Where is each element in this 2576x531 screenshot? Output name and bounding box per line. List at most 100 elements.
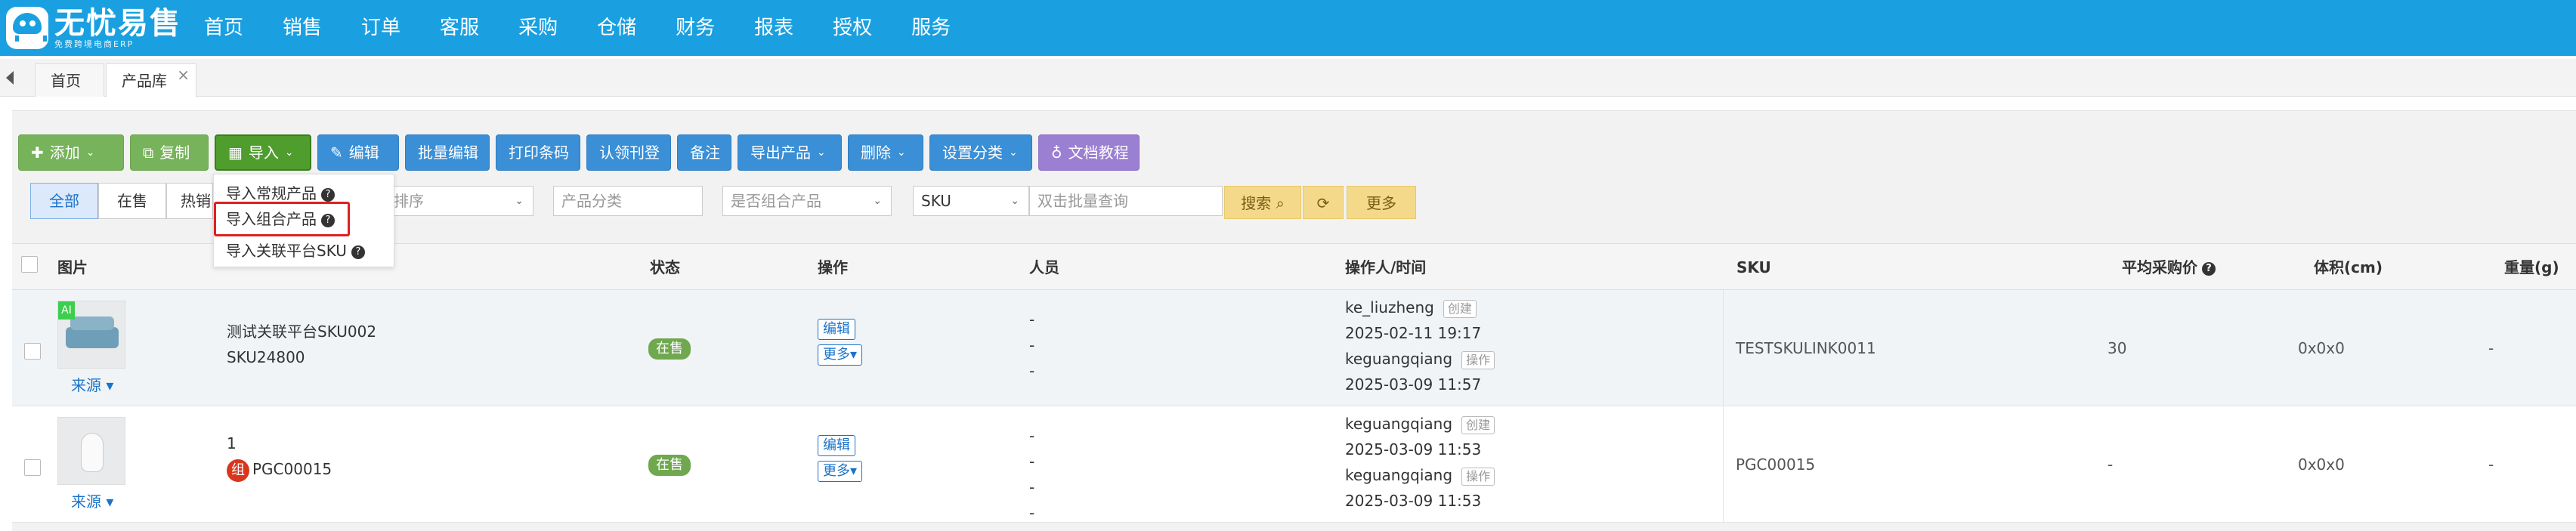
operator-created-time: 2025-03-09 11:53 [1345,440,1482,458]
operated-tag: 操作 [1461,467,1495,486]
action-toolbar: ✚ 添加 ⌄ ⧉ 复制 ▦ 导入 ⌄ ✎ 编辑 批量编辑 打印条码 认领刊登 备… [18,134,1146,171]
nav-orders[interactable]: 订单 [361,0,400,56]
help-icon[interactable]: ? [351,245,365,259]
tab-product-library[interactable]: 产品库 × [106,63,196,97]
personnel-value: - [1029,336,1035,354]
created-tag: 创建 [1461,415,1495,434]
batch-query-input[interactable]: 双击批量查询 [1029,186,1223,216]
nav-authorization[interactable]: 授权 [833,0,872,56]
product-thumbnail[interactable] [57,417,125,485]
chevron-down-icon: ⌄ [85,147,95,159]
top-navigation-bar: 无忧易售 免费跨境电商ERP 首页 销售 订单 客服 采购 仓储 财务 报表 授… [0,0,2576,56]
refresh-button[interactable]: ⟳ [1303,186,1344,219]
lightbulb-icon: ♁ [1051,144,1062,162]
row-more-button[interactable]: 更多▾ [818,461,863,482]
sku-field-select[interactable]: SKU ⌄ [913,186,1029,216]
row-checkbox[interactable] [24,343,41,360]
claim-register-button[interactable]: 认领刊登 [586,134,671,171]
chevron-down-icon: ⌄ [817,147,826,159]
col-actions: 操作 [818,258,848,276]
filter-tab-on-sale[interactable]: 在售 [98,183,166,219]
delete-button[interactable]: 删除 ⌄ [848,134,923,171]
product-code: 组 PGC00015 [227,456,332,482]
volume-value: 0x0x0 [2298,339,2345,357]
nav-purchase[interactable]: 采购 [518,0,558,56]
avg-price-value: 30 [2107,339,2127,357]
set-category-button[interactable]: 设置分类 ⌄ [929,134,1032,171]
more-filters-button[interactable]: 更多 [1347,186,1416,219]
row-edit-button[interactable]: 编辑 [818,319,855,340]
status-badge: 在售 [648,338,691,360]
weight-value: - [2488,455,2494,474]
search-icon: ⌕ [1276,194,1285,212]
logo-subtitle: 免费跨境电商ERP [54,39,135,49]
caret-down-icon: ▾ [101,376,114,394]
operator-created: ke_liuzheng 创建 [1345,295,1477,320]
weight-value: - [2488,339,2494,357]
toilet-image [81,433,104,472]
table-icon: ▦ [228,144,243,162]
combo-product-select[interactable]: 是否组合产品 ⌄ [722,186,892,216]
nav-finance[interactable]: 财务 [676,0,715,56]
logo-title: 无忧易售 [54,6,181,41]
batch-edit-button[interactable]: 批量编辑 [405,134,490,171]
select-all-checkbox[interactable] [21,256,38,273]
help-icon[interactable]: ? [321,187,335,202]
export-products-button[interactable]: 导出产品 ⌄ [738,134,842,171]
avg-price-value: - [2107,455,2114,474]
combo-badge: 组 [227,458,249,482]
personnel-value: - [1029,478,1035,496]
personnel-value: - [1029,504,1035,522]
product-name: 1 [227,434,237,452]
tab-home[interactable]: 首页 [35,63,104,97]
search-button[interactable]: 搜索 ⌕ [1224,186,1301,219]
col-avg-purchase-price: 平均采购价? [2122,244,2216,291]
personnel-value: - [1029,452,1035,471]
close-icon[interactable]: × [177,58,190,91]
col-status: 状态 [650,258,680,276]
nav-sales[interactable]: 销售 [283,0,322,56]
nav-warehouse[interactable]: 仓储 [597,0,636,56]
edit-button[interactable]: ✎ 编辑 [317,134,399,171]
operated-tag: 操作 [1461,350,1495,369]
col-volume: 体积(cm) [2314,258,2383,276]
doc-tutorial-button[interactable]: ♁ 文档教程 [1038,134,1140,171]
table-row: AI 来源 ▾ 测试关联平台SKU002 SKU24800 在售 编辑 更多▾ … [12,290,2576,406]
volume-value: 0x0x0 [2298,455,2345,474]
help-icon[interactable]: ? [2202,261,2216,276]
source-dropdown[interactable]: 来源 ▾ [71,373,113,395]
sort-select[interactable]: 排序 ⌄ [385,186,533,216]
add-button[interactable]: ✚ 添加 ⌄ [18,134,124,171]
filter-tab-hot[interactable]: 热销 [166,183,213,219]
chevron-down-icon: ⌄ [284,147,294,159]
app-logo[interactable]: 无忧易售 免费跨境电商ERP [6,4,181,52]
operator-created: keguangqiang 创建 [1345,411,1495,437]
chevron-down-icon: ⌄ [873,195,882,207]
filter-tab-all[interactable]: 全部 [30,183,98,219]
octopus-logo-icon [6,7,48,49]
row-edit-button[interactable]: 编辑 [818,435,855,456]
copy-button[interactable]: ⧉ 复制 [130,134,209,171]
edit-icon: ✎ [330,144,343,162]
import-linked-sku-item[interactable]: 导入关联平台SKU? [226,239,365,262]
chevron-down-icon: ⌄ [897,147,906,159]
nav-customer-service[interactable]: 客服 [440,0,479,56]
nav-home[interactable]: 首页 [204,0,243,56]
import-button[interactable]: ▦ 导入 ⌄ [215,134,311,171]
chevron-down-icon: ⌄ [515,195,524,207]
operator-modified: keguangqiang 操作 [1345,346,1495,372]
row-more-button[interactable]: 更多▾ [818,344,863,366]
product-category-select[interactable]: 产品分类 [553,186,703,216]
tab-scroll-left-icon[interactable] [6,71,14,85]
row-checkbox[interactable] [24,459,41,476]
source-dropdown[interactable]: 来源 ▾ [71,489,113,511]
print-barcode-button[interactable]: 打印条码 [496,134,580,171]
personnel-value: - [1029,362,1035,380]
caret-down-icon: ▾ [850,463,858,479]
nav-reports[interactable]: 报表 [754,0,793,56]
product-thumbnail[interactable]: AI [57,301,125,369]
status-badge: 在售 [648,455,691,476]
note-button[interactable]: 备注 [677,134,731,171]
sku-value: TESTSKULINK0011 [1736,339,1876,357]
nav-services[interactable]: 服务 [911,0,951,56]
